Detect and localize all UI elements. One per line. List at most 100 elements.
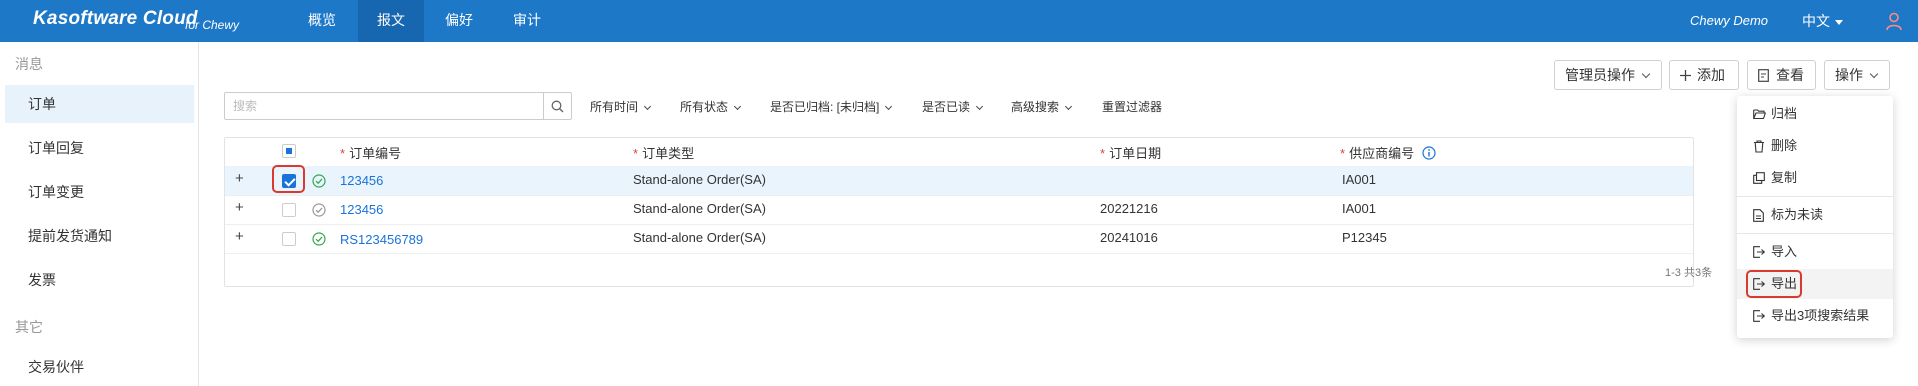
supplier-number-cell: P12345 xyxy=(1342,230,1387,245)
check-circle-icon xyxy=(312,203,326,217)
language-selector[interactable]: 中文 xyxy=(1802,11,1843,31)
filter-status[interactable]: 所有状态 xyxy=(680,98,742,115)
search-box xyxy=(224,92,572,120)
info-icon[interactable] xyxy=(1422,146,1436,160)
document-icon xyxy=(1758,69,1769,82)
required-marker: * xyxy=(1340,146,1346,161)
plus-icon xyxy=(1680,70,1691,81)
brand-logo[interactable]: Kasoftware Cloud xyxy=(33,8,198,30)
menu-item-import[interactable]: 导入 xyxy=(1737,237,1893,267)
menu-item-delete[interactable]: 删除 xyxy=(1737,131,1893,161)
table-row[interactable] xyxy=(225,196,1693,225)
menu-item-archive[interactable]: 归档 xyxy=(1737,99,1893,129)
order-number-link[interactable]: RS123456789 xyxy=(340,232,423,247)
add-button[interactable]: 添加 xyxy=(1669,60,1739,90)
user-name[interactable]: Chewy Demo xyxy=(1690,13,1768,28)
required-marker: * xyxy=(1100,146,1106,161)
chevron-down-icon xyxy=(733,102,742,111)
sidebar: 消息 订单 订单回复 订单变更 提前发货通知 发票 其它 交易伙伴 xyxy=(0,42,199,386)
admin-operations-button[interactable]: 管理员操作 xyxy=(1554,60,1662,90)
view-button[interactable]: 查看 xyxy=(1747,60,1816,90)
menu-item-label: 归档 xyxy=(1771,106,1798,121)
chevron-down-icon xyxy=(1641,69,1651,79)
column-order-type-label: 订单类型 xyxy=(642,146,695,161)
chevron-down-icon xyxy=(1064,102,1073,111)
sidebar-item-ship-notices[interactable]: 提前发货通知 xyxy=(5,217,194,255)
sidebar-group-messages: 消息 xyxy=(15,56,43,72)
sidebar-item-order-responses[interactable]: 订单回复 xyxy=(5,129,194,167)
order-date-cell: 20241016 xyxy=(1100,230,1158,245)
tab-preferences[interactable]: 偏好 xyxy=(432,0,486,42)
import-icon xyxy=(1753,246,1765,258)
chevron-down-icon xyxy=(643,102,652,111)
export-icon xyxy=(1753,310,1765,322)
order-type-cell: Stand-alone Order(SA) xyxy=(633,230,766,245)
column-supplier-label: 供应商编号 xyxy=(1349,146,1415,161)
menu-item-label: 导出3项搜索结果 xyxy=(1771,308,1870,323)
chevron-down-icon xyxy=(975,102,984,111)
trash-icon xyxy=(1754,140,1764,153)
view-label: 查看 xyxy=(1776,67,1804,83)
column-header-order-type[interactable]: * 订单类型 xyxy=(633,143,694,162)
menu-divider xyxy=(1737,196,1893,197)
highlight-box xyxy=(272,165,305,193)
expand-row-button[interactable]: + xyxy=(235,228,244,245)
column-header-order-date[interactable]: * 订单日期 xyxy=(1100,143,1161,162)
check-circle-icon xyxy=(312,232,326,246)
expand-row-button[interactable]: + xyxy=(235,170,244,187)
add-label: 添加 xyxy=(1697,67,1725,83)
order-number-link[interactable]: 123456 xyxy=(340,202,383,217)
required-marker: * xyxy=(340,146,346,161)
order-type-cell: Stand-alone Order(SA) xyxy=(633,172,766,187)
menu-item-export-search-results[interactable]: 导出3项搜索结果 xyxy=(1737,301,1893,331)
filter-archived-label: 是否已归档: [未归档] xyxy=(770,100,880,114)
sidebar-item-order-changes[interactable]: 订单变更 xyxy=(5,173,194,211)
search-button[interactable] xyxy=(543,93,571,119)
menu-item-mark-unread[interactable]: 标为未读 xyxy=(1737,200,1893,230)
menu-item-label: 删除 xyxy=(1771,138,1798,153)
column-header-supplier-number[interactable]: * 供应商编号 xyxy=(1340,143,1436,162)
copy-icon xyxy=(1753,172,1765,184)
menu-item-label: 复制 xyxy=(1771,170,1798,185)
pagination-info: 1-3 共3条 xyxy=(1665,267,1713,279)
order-number-link[interactable]: 123456 xyxy=(340,173,383,188)
expand-row-button[interactable]: + xyxy=(235,199,244,216)
filter-read-label: 是否已读 xyxy=(922,100,971,114)
admin-operations-label: 管理员操作 xyxy=(1565,67,1635,83)
table-row[interactable] xyxy=(225,166,1693,195)
sidebar-item-invoices[interactable]: 发票 xyxy=(5,261,194,299)
tab-audit[interactable]: 审计 xyxy=(500,0,554,42)
supplier-number-cell: IA001 xyxy=(1342,201,1376,216)
column-order-number-label: 订单编号 xyxy=(349,146,402,161)
user-icon[interactable] xyxy=(1884,11,1904,31)
table-row[interactable] xyxy=(225,225,1693,254)
filter-status-label: 所有状态 xyxy=(680,100,729,114)
filter-advanced-label: 高级搜索 xyxy=(1011,100,1060,114)
sidebar-item-orders[interactable]: 订单 xyxy=(5,85,194,123)
sidebar-item-trading-partners[interactable]: 交易伙伴 xyxy=(5,348,194,386)
tab-overview[interactable]: 概览 xyxy=(295,0,349,42)
actions-label: 操作 xyxy=(1835,67,1863,83)
row-divider xyxy=(225,253,1693,254)
reset-filters-link[interactable]: 重置过滤器 xyxy=(1102,98,1162,115)
row-checkbox[interactable] xyxy=(282,232,296,246)
search-input[interactable] xyxy=(225,93,543,119)
filter-read[interactable]: 是否已读 xyxy=(922,98,984,115)
search-icon xyxy=(551,100,564,112)
column-header-order-number[interactable]: * 订单编号 xyxy=(340,143,401,162)
row-checkbox[interactable] xyxy=(282,203,296,217)
chevron-down-icon xyxy=(885,102,893,111)
top-navigation-bar: Kasoftware Cloud for Chewy 概览 报文 偏好 审计 C… xyxy=(0,0,1918,42)
column-order-date-label: 订单日期 xyxy=(1109,146,1162,161)
filter-time-label: 所有时间 xyxy=(590,100,639,114)
menu-item-copy[interactable]: 复制 xyxy=(1737,163,1893,193)
actions-button[interactable]: 操作 xyxy=(1824,60,1890,90)
required-marker: * xyxy=(633,146,639,161)
filter-time[interactable]: 所有时间 xyxy=(590,98,652,115)
filter-advanced-search[interactable]: 高级搜索 xyxy=(1011,98,1073,115)
highlight-box xyxy=(1746,270,1802,298)
select-all-checkbox[interactable] xyxy=(282,144,296,158)
chevron-down-icon xyxy=(1869,69,1879,79)
tab-messages[interactable]: 报文 xyxy=(358,0,424,42)
filter-archived[interactable]: 是否已归档: [未归档] xyxy=(770,98,893,115)
